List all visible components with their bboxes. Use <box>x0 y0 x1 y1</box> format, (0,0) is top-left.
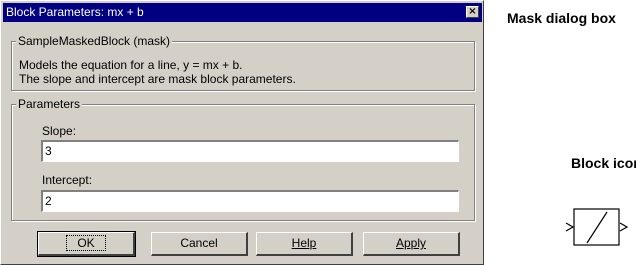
output-port-icon <box>619 222 629 232</box>
ok-button[interactable]: OK <box>37 231 136 257</box>
intercept-label: Intercept: <box>42 173 93 187</box>
mask-group-legend: SampleMaskedBlock (mask) <box>16 34 173 48</box>
apply-button[interactable]: Apply <box>363 232 460 256</box>
intercept-value: 2 <box>45 194 52 208</box>
slope-field[interactable]: 3 <box>41 140 459 162</box>
cancel-button-label: Cancel <box>180 236 218 250</box>
block-icon-label: Block icon <box>571 155 636 171</box>
input-port-icon <box>565 222 575 232</box>
block-outline <box>573 208 620 246</box>
close-icon[interactable]: × <box>466 6 479 18</box>
cancel-button[interactable]: Cancel <box>151 232 248 256</box>
slope-value: 3 <box>45 144 52 158</box>
apply-button-label: Apply <box>395 236 427 250</box>
help-button-label: Help <box>291 236 317 250</box>
dialog-titlebar[interactable]: Block Parameters: mx + b × <box>3 3 482 22</box>
mask-description-line-2: The slope and intercept are mask block p… <box>19 72 296 86</box>
intercept-field[interactable]: 2 <box>41 190 459 212</box>
masked-block-icon <box>565 208 629 246</box>
mask-description-line-1: Models the equation for a line, y = mx +… <box>19 58 243 72</box>
mask-dialog-window: Block Parameters: mx + b × SampleMaskedB… <box>0 0 484 265</box>
ok-button-label: OK <box>66 235 106 251</box>
dialog-title: Block Parameters: mx + b <box>6 5 144 19</box>
mask-dialog-box-label: Mask dialog box <box>507 10 616 26</box>
slope-label: Slope: <box>42 124 77 138</box>
help-button[interactable]: Help <box>256 232 353 256</box>
parameters-group-legend: Parameters <box>16 97 83 111</box>
